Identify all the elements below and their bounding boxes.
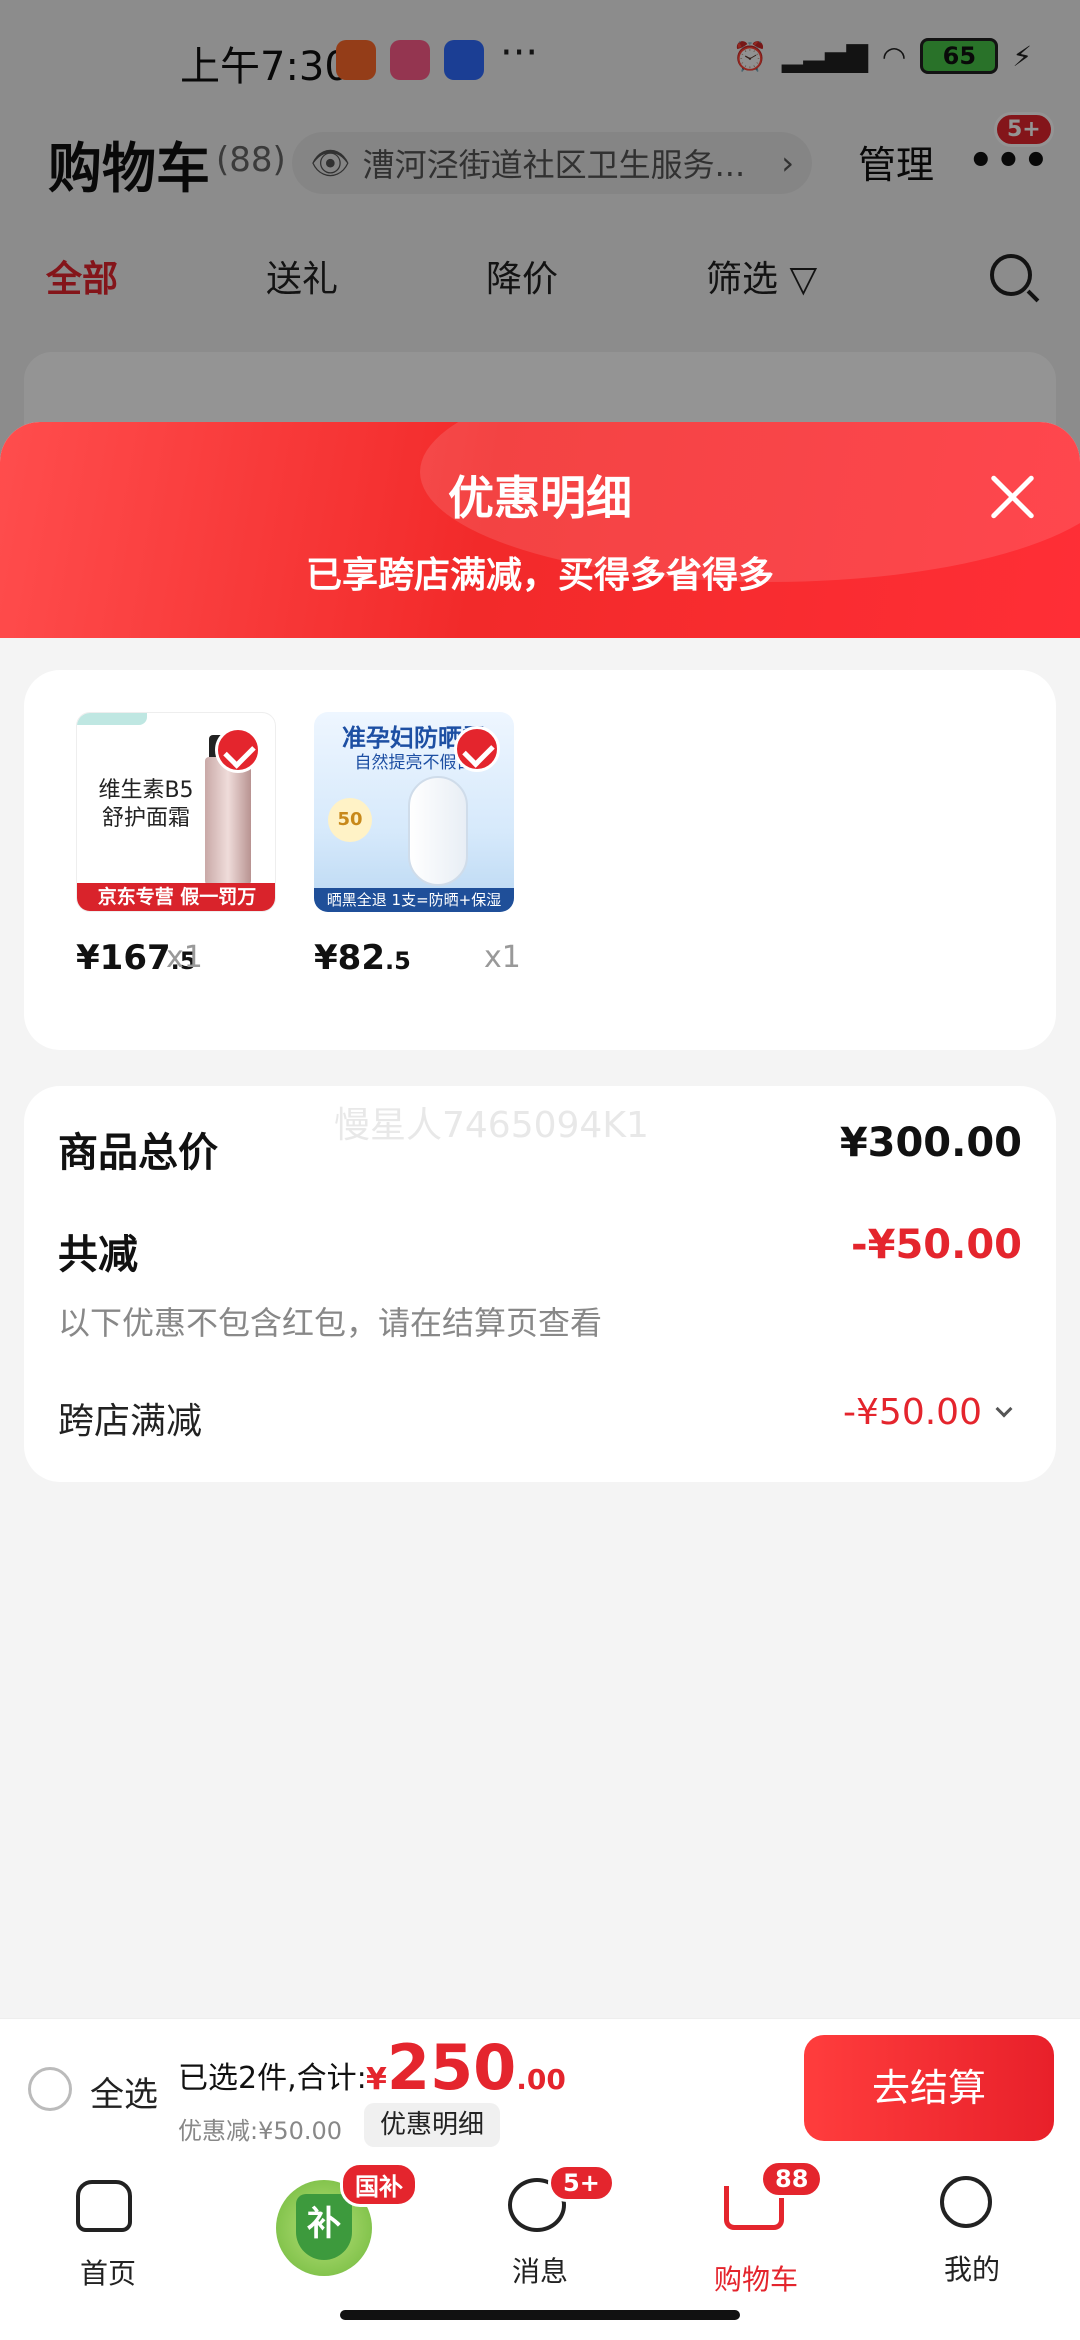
total-amount: ¥ 250 .00 xyxy=(366,2031,566,2104)
product-image: 准孕妇防晒霜 自然提亮不假白 50 晒黑全退 1支=防晒+保湿+提亮 xyxy=(314,712,514,912)
image-tag xyxy=(77,713,147,725)
total-reduce-value: -¥50.00 xyxy=(851,1222,1022,1268)
product-image-banner: 京东专营 假一罚万 xyxy=(77,883,275,911)
select-all-checkbox[interactable] xyxy=(28,2067,72,2111)
product-quantity: x1 xyxy=(484,940,521,975)
nav-home-label: 首页 xyxy=(79,2257,136,2290)
home-indicator xyxy=(340,2310,740,2320)
product-price: ¥82.5 xyxy=(314,938,411,978)
discount-amount: 优惠减:¥50.00 xyxy=(178,2117,343,2145)
spf-badge: 50 xyxy=(328,798,372,842)
selected-check-icon xyxy=(215,727,261,773)
home-icon xyxy=(76,2180,140,2244)
cart-badge: 88 xyxy=(760,2160,824,2198)
sheet-header: 优惠明细 已享跨店满减，买得多省得多 xyxy=(0,422,1080,638)
nav-cart-label: 购物车 xyxy=(713,2263,798,2296)
selected-check-icon xyxy=(454,726,500,772)
user-icon xyxy=(940,2176,1004,2240)
product-quantity: x1 xyxy=(166,940,203,975)
sheet-title: 优惠明细 xyxy=(448,471,632,525)
total-price-label: 商品总价 xyxy=(58,1130,218,1176)
selected-summary: 已选2件,合计: xyxy=(178,2061,367,2096)
nav-messages-label: 消息 xyxy=(511,2255,568,2288)
total-currency: ¥ xyxy=(366,2062,387,2097)
price-decimal: .5 xyxy=(384,947,411,975)
discount-note: 以下优惠不包含红包，请在结算页查看 xyxy=(58,1304,603,1342)
price-summary-card: 慢星人7465094K1 商品总价 ¥300.00 共减 -¥50.00 以下优… xyxy=(24,1086,1056,1482)
product-item[interactable]: 维生素B5 舒护面霜 京东专营 假一罚万 xyxy=(76,712,296,912)
total-integer: 250 xyxy=(386,2031,517,2104)
discount-detail-button[interactable]: 优惠明细 xyxy=(364,2103,501,2147)
product-image: 维生素B5 舒护面霜 京东专营 假一罚万 xyxy=(76,712,276,912)
subsidy-shield-icon: 补 xyxy=(296,2194,352,2260)
subsidy-badge: 国补 xyxy=(340,2162,418,2207)
checkout-bar: 全选 已选2件,合计: ¥ 250 .00 优惠减:¥50.00 优惠明细 去结… xyxy=(0,2018,1080,2160)
product-item[interactable]: 准孕妇防晒霜 自然提亮不假白 50 晒黑全退 1支=防晒+保湿+提亮 xyxy=(314,712,534,912)
price-integer: ¥82 xyxy=(314,938,385,978)
selected-products-card: 维生素B5 舒护面霜 京东专营 假一罚万 ¥167 .5 x1 准孕妇防晒霜 自然… xyxy=(24,670,1056,1050)
product-image-text: 维生素B5 舒护面霜 xyxy=(98,778,194,831)
cross-store-discount-value[interactable]: -¥50.00 xyxy=(843,1392,1013,1433)
product-image-banner: 晒黑全退 1支=防晒+保湿+提亮 xyxy=(314,888,514,912)
select-all-label[interactable]: 全选 xyxy=(90,2067,158,2116)
checkout-button[interactable]: 去结算 xyxy=(804,2035,1054,2141)
nav-me-label: 我的 xyxy=(943,2253,1000,2286)
cross-store-discount-label: 跨店满减 xyxy=(58,1401,203,1442)
sheet-subtitle: 已享跨店满减，买得多省得多 xyxy=(305,555,774,596)
close-icon[interactable] xyxy=(988,472,1036,520)
nav-me[interactable]: 我的 xyxy=(892,2172,1052,2288)
chevron-down-icon xyxy=(995,1400,1013,1417)
cross-store-amount: -¥50.00 xyxy=(843,1392,982,1433)
sunscreen-tube xyxy=(408,776,468,886)
bottle xyxy=(205,757,251,885)
messages-badge: 5+ xyxy=(548,2164,615,2202)
nav-home[interactable]: 首页 xyxy=(28,2172,188,2292)
total-reduce-label: 共减 xyxy=(58,1232,138,1278)
price-integer: ¥167 xyxy=(76,938,171,978)
total-decimal: .00 xyxy=(516,2063,566,2096)
watermark: 慢星人7465094K1 xyxy=(334,1105,649,1146)
total-price-value: ¥300.00 xyxy=(839,1120,1022,1166)
